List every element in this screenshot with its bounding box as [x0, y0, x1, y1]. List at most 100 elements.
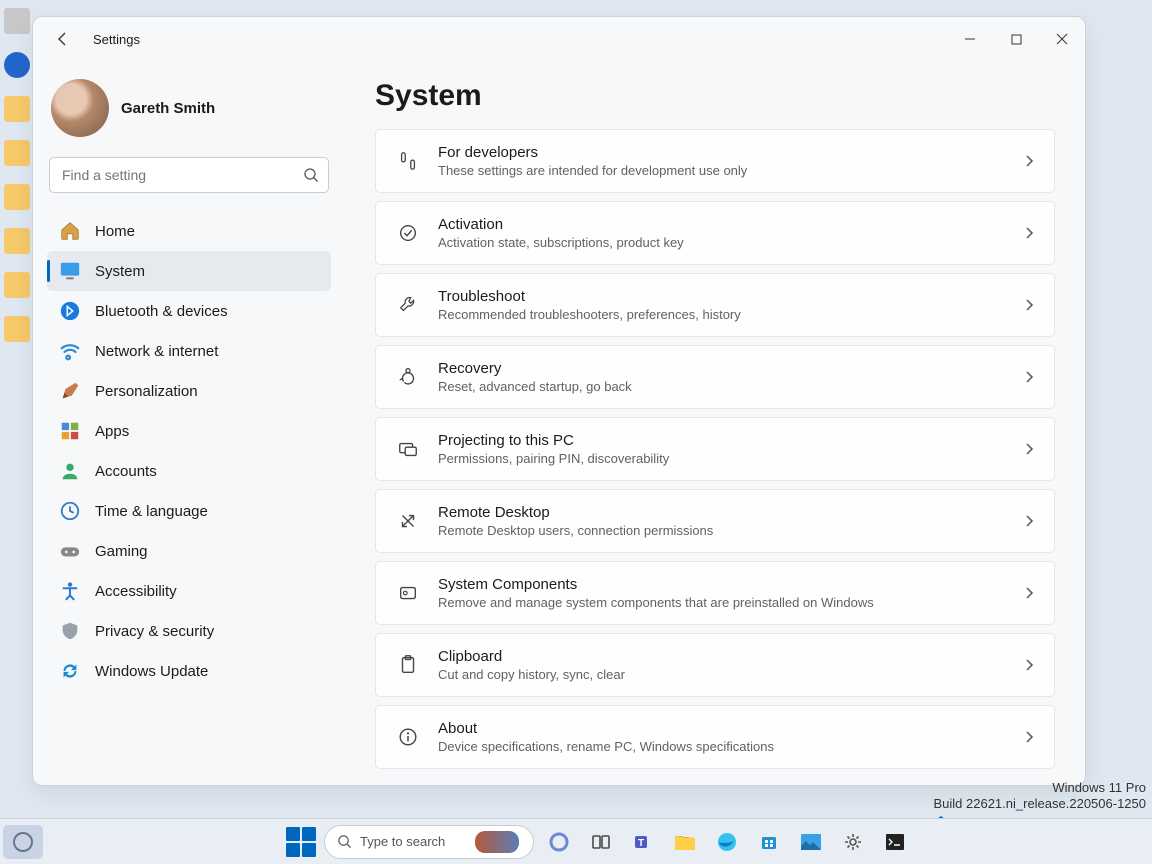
gamepad-icon: [59, 540, 81, 562]
sidebar-item-label: Accounts: [95, 463, 157, 480]
recycle-bin-icon[interactable]: [4, 8, 30, 34]
edge-button[interactable]: [710, 825, 744, 859]
file-explorer-button[interactable]: [668, 825, 702, 859]
sidebar-item-label: Network & internet: [95, 343, 218, 360]
card-subtitle: Cut and copy history, sync, clear: [438, 667, 1022, 682]
settings-card-clipboard[interactable]: ClipboardCut and copy history, sync, cle…: [375, 633, 1055, 697]
taskbar-search[interactable]: Type to search: [324, 825, 534, 859]
about-icon: [394, 726, 422, 748]
sidebar-item-accessibility[interactable]: Accessibility: [47, 571, 331, 611]
home-icon: [59, 220, 81, 242]
sidebar-item-label: Gaming: [95, 543, 148, 560]
minimize-button[interactable]: [947, 17, 993, 61]
folder-icon[interactable]: [4, 228, 30, 254]
settings-card-remote-desktop[interactable]: Remote DesktopRemote Desktop users, conn…: [375, 489, 1055, 553]
folder-icon[interactable]: [4, 316, 30, 342]
chevron-right-icon: [1022, 586, 1036, 600]
sidebar-item-label: Windows Update: [95, 663, 208, 680]
settings-window: Settings Gareth Smith HomeSyste: [32, 16, 1086, 786]
user-account-button[interactable]: Gareth Smith: [47, 73, 331, 151]
sidebar-item-update[interactable]: Windows Update: [47, 651, 331, 691]
sidebar-item-time[interactable]: Time & language: [47, 491, 331, 531]
dev-icon: [394, 150, 422, 172]
card-title: For developers: [438, 144, 1022, 161]
nav-list: Home System Bluetooth & devices Network & i…: [47, 211, 331, 691]
sidebar-item-label: Time & language: [95, 503, 208, 520]
chevron-right-icon: [1022, 514, 1036, 528]
os-edition: Windows 11 Pro: [933, 780, 1146, 796]
sidebar-item-home[interactable]: Home: [47, 211, 331, 251]
card-title: Troubleshoot: [438, 288, 1022, 305]
sidebar-item-accounts[interactable]: Accounts: [47, 451, 331, 491]
settings-card-system-components[interactable]: System ComponentsRemove and manage syste…: [375, 561, 1055, 625]
components-icon: [394, 582, 422, 604]
taskbar-search-placeholder: Type to search: [360, 834, 445, 849]
titlebar: Settings: [33, 17, 1085, 61]
chevron-right-icon: [1022, 370, 1036, 384]
widgets-icon: [12, 831, 34, 853]
settings-card-troubleshoot[interactable]: TroubleshootRecommended troubleshooters,…: [375, 273, 1055, 337]
sidebar-item-label: Bluetooth & devices: [95, 303, 228, 320]
settings-card-for-developers[interactable]: For developersThese settings are intende…: [375, 129, 1055, 193]
chevron-right-icon: [1022, 154, 1036, 168]
clipboard-icon: [394, 654, 422, 676]
user-name: Gareth Smith: [121, 100, 215, 117]
photos-button[interactable]: [794, 825, 828, 859]
shield-icon: [59, 620, 81, 642]
card-subtitle: Remove and manage system components that…: [438, 595, 1022, 610]
desktop-icons: [0, 0, 28, 864]
edge-icon[interactable]: [4, 52, 30, 78]
sidebar-item-system[interactable]: System: [47, 251, 331, 291]
sidebar-item-bluetooth[interactable]: Bluetooth & devices: [47, 291, 331, 331]
brush-icon: [59, 380, 81, 402]
avatar: [51, 79, 109, 137]
card-title: About: [438, 720, 1022, 737]
close-button[interactable]: [1039, 17, 1085, 61]
recovery-icon: [394, 366, 422, 388]
settings-button[interactable]: [836, 825, 870, 859]
activation-icon: [394, 222, 422, 244]
sidebar-item-gaming[interactable]: Gaming: [47, 531, 331, 571]
search-icon: [303, 167, 319, 183]
grid-icon: [59, 420, 81, 442]
chevron-right-icon: [1022, 298, 1036, 312]
sidebar-item-label: System: [95, 263, 145, 280]
os-build: Build 22621.ni_release.220506-1250: [933, 796, 1146, 812]
sidebar-item-personalization[interactable]: Personalization: [47, 371, 331, 411]
copilot-button[interactable]: [542, 825, 576, 859]
arrow-left-icon: [55, 31, 71, 47]
window-title: Settings: [93, 32, 140, 47]
folder-icon[interactable]: [4, 184, 30, 210]
svg-text:T: T: [638, 838, 644, 849]
folder-icon[interactable]: [4, 272, 30, 298]
widgets-button[interactable]: [3, 825, 43, 859]
sidebar-item-privacy[interactable]: Privacy & security: [47, 611, 331, 651]
sidebar-item-apps[interactable]: Apps: [47, 411, 331, 451]
search-input[interactable]: [49, 157, 329, 193]
start-button[interactable]: [286, 827, 316, 857]
folder-icon[interactable]: [4, 96, 30, 122]
sidebar-item-network[interactable]: Network & internet: [47, 331, 331, 371]
bluetooth-icon: [59, 300, 81, 322]
folder-icon[interactable]: [4, 140, 30, 166]
wifi-icon: [59, 340, 81, 362]
teams-button[interactable]: T: [626, 825, 660, 859]
terminal-button[interactable]: [878, 825, 912, 859]
task-view-button[interactable]: [584, 825, 618, 859]
search-highlight-icon: [475, 831, 519, 853]
card-title: Projecting to this PC: [438, 432, 1022, 449]
store-button[interactable]: [752, 825, 786, 859]
sidebar-item-label: Accessibility: [95, 583, 177, 600]
wrench-icon: [394, 294, 422, 316]
back-button[interactable]: [53, 29, 73, 49]
search-container: [49, 157, 329, 193]
minimize-icon: [964, 33, 976, 45]
content-area[interactable]: System For developersThese settings are …: [345, 61, 1085, 785]
settings-card-activation[interactable]: ActivationActivation state, subscription…: [375, 201, 1055, 265]
settings-card-about[interactable]: AboutDevice specifications, rename PC, W…: [375, 705, 1055, 769]
settings-card-projecting-to-this-pc[interactable]: Projecting to this PCPermissions, pairin…: [375, 417, 1055, 481]
chevron-right-icon: [1022, 658, 1036, 672]
sidebar-item-label: Apps: [95, 423, 129, 440]
maximize-button[interactable]: [993, 17, 1039, 61]
settings-card-recovery[interactable]: RecoveryReset, advanced startup, go back: [375, 345, 1055, 409]
